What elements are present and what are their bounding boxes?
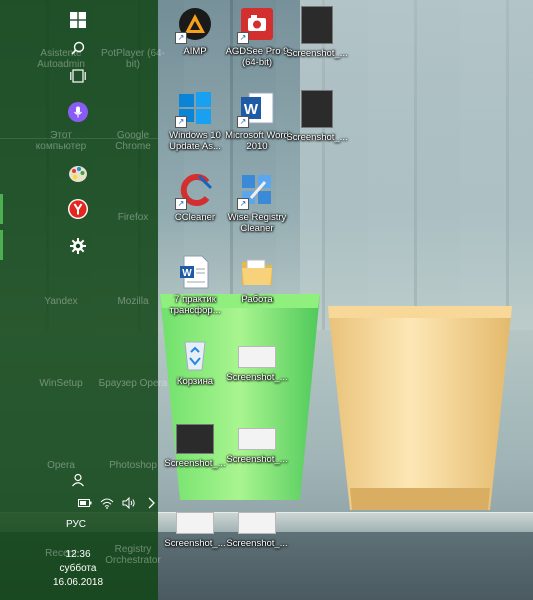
yandex-browser-button[interactable] bbox=[61, 195, 95, 223]
desktop-icon-folder[interactable]: Работа bbox=[224, 254, 290, 305]
screenshot-thumbnail-icon bbox=[238, 512, 276, 534]
desktop-icon-label: Screenshot_... bbox=[226, 372, 288, 383]
shortcut-arrow-icon: ↗ bbox=[237, 116, 249, 128]
desktop-icon-word[interactable]: W ↗ Microsoft Word 2010 bbox=[224, 90, 290, 152]
ghost-tile-label: Firefox bbox=[117, 212, 149, 223]
recycle-bin-icon bbox=[177, 336, 213, 372]
ccleaner-icon: ↗ bbox=[175, 172, 213, 210]
desktop-icon-wise-registry[interactable]: ↗ Wise Registry Cleaner bbox=[224, 172, 290, 234]
search-button[interactable] bbox=[61, 34, 95, 62]
desktop-icon-acdsee[interactable]: ↗ AGDSee Pro 9 (64-bit) bbox=[224, 6, 290, 68]
desktop-icon-screenshot[interactable]: Screenshot_... bbox=[284, 90, 350, 143]
microphone-icon bbox=[68, 102, 88, 122]
ghost-tile-label: Этот компьютер bbox=[35, 130, 87, 152]
desktop-icon-label: CCleaner bbox=[174, 212, 216, 223]
person-icon bbox=[72, 473, 84, 487]
cream-flower-pot bbox=[328, 306, 512, 510]
input-language-indicator[interactable]: РУС bbox=[66, 519, 86, 530]
gear-icon bbox=[70, 238, 86, 254]
ghost-tile-label: WinSetup bbox=[39, 378, 83, 389]
task-view-button[interactable] bbox=[61, 62, 95, 90]
desktop-icon-screenshot[interactable]: Screenshot_... bbox=[224, 336, 290, 383]
volume-icon[interactable] bbox=[122, 496, 136, 510]
ghost-tile-label: Google Chrome bbox=[115, 130, 151, 152]
desktop-icon-document[interactable]: W 7 практик трансфор... bbox=[162, 254, 228, 316]
task-view-icon bbox=[70, 69, 86, 83]
shortcut-arrow-icon: ↗ bbox=[175, 32, 187, 44]
desktop-icon-label: Microsoft Word 2010 bbox=[225, 130, 289, 152]
shortcut-arrow-icon: ↗ bbox=[237, 198, 249, 210]
ghost-tile-label: Mozilla bbox=[117, 296, 149, 307]
desktop-icon-label: Screenshot_... bbox=[286, 48, 348, 59]
cortana-button[interactable] bbox=[61, 98, 95, 126]
ghost-tile-label: PotPlayer (64-bit) bbox=[101, 48, 165, 70]
windows-update-icon: ↗ bbox=[175, 90, 213, 128]
paint-app-button[interactable] bbox=[61, 160, 95, 188]
screenshot-thumbnail-icon bbox=[176, 424, 214, 454]
shortcut-arrow-icon: ↗ bbox=[175, 116, 187, 128]
windows-logo-icon bbox=[70, 12, 86, 28]
active-indicator bbox=[0, 194, 3, 224]
desktop-icon-screenshot[interactable]: Screenshot_... bbox=[162, 418, 228, 469]
desktop-icon-label: Корзина bbox=[176, 376, 214, 387]
acdsee-icon: ↗ bbox=[237, 6, 275, 44]
screenshot-thumbnail-icon bbox=[301, 90, 333, 128]
desktop-icon-label: 7 практик трансфор... bbox=[169, 294, 221, 316]
shortcut-arrow-icon: ↗ bbox=[175, 198, 187, 210]
search-icon bbox=[71, 41, 85, 55]
windows-start-button[interactable] bbox=[61, 6, 95, 34]
settings-button[interactable] bbox=[61, 232, 95, 260]
svg-text:W: W bbox=[182, 268, 192, 279]
ghost-tile-label: Браузер Opera bbox=[98, 378, 168, 389]
desktop-icon-aimp[interactable]: ↗ AIMP bbox=[162, 6, 228, 57]
desktop-icon-label: Screenshot_... bbox=[164, 538, 226, 549]
clock-day: суббота bbox=[59, 563, 97, 574]
rail-separator bbox=[0, 138, 158, 139]
desktop-icon-ccleaner[interactable]: ↗ CCleaner bbox=[162, 172, 228, 223]
user-account-button[interactable] bbox=[61, 466, 95, 494]
clock-time: 12:36 bbox=[65, 549, 91, 560]
desktop-icon-recycle-bin[interactable]: Корзина bbox=[162, 336, 228, 387]
desktop-icon-label: Screenshot_... bbox=[286, 132, 348, 143]
start-menu-rail: Asistente Autoadmin PotPlayer (64-bit) Э… bbox=[0, 0, 167, 600]
screenshot-thumbnail-icon bbox=[176, 512, 214, 534]
desktop-icon-screenshot[interactable]: Screenshot_... bbox=[284, 6, 350, 59]
desktop-icon-windows-update[interactable]: ↗ Windows 10 Update As... bbox=[162, 90, 228, 152]
aimp-icon: ↗ bbox=[175, 6, 213, 44]
screenshot-thumbnail-icon bbox=[301, 6, 333, 44]
active-indicator bbox=[0, 230, 3, 260]
wifi-icon[interactable] bbox=[100, 496, 114, 510]
folder-icon bbox=[239, 254, 275, 290]
desktop-icon-label: Screenshot_... bbox=[226, 454, 288, 465]
desktop-icon-label: AIMP bbox=[183, 46, 207, 57]
desktop-icon-screenshot[interactable]: Screenshot_... bbox=[162, 502, 228, 549]
system-tray bbox=[78, 496, 158, 510]
yandex-icon bbox=[68, 199, 88, 219]
clock-date: 16.06.2018 bbox=[52, 577, 104, 588]
wise-registry-icon: ↗ bbox=[237, 172, 275, 210]
clock[interactable]: 12:36 суббота 16.06.2018 bbox=[38, 548, 118, 590]
battery-icon[interactable] bbox=[78, 496, 92, 510]
desktop-icon-screenshot[interactable]: Screenshot_... bbox=[224, 502, 290, 549]
palette-icon bbox=[69, 166, 87, 182]
desktop-icon-screenshot[interactable]: Screenshot_... bbox=[224, 418, 290, 465]
desktop-icon-label: Работа bbox=[241, 294, 273, 305]
desktop-icon-label: Screenshot_... bbox=[164, 458, 226, 469]
shortcut-arrow-icon: ↗ bbox=[237, 32, 249, 44]
desktop-icon-label: Windows 10 Update As... bbox=[169, 130, 221, 152]
word-document-icon: W bbox=[177, 254, 213, 290]
desktop-icon-label: Wise Registry Cleaner bbox=[227, 212, 287, 234]
desktop-icon-label: Screenshot_... bbox=[226, 538, 288, 549]
desktop-icon-label: AGDSee Pro 9 (64-bit) bbox=[225, 46, 289, 68]
screenshot-thumbnail-icon bbox=[238, 428, 276, 450]
word-icon: W ↗ bbox=[237, 90, 275, 128]
green-flower-pot bbox=[160, 294, 320, 500]
screenshot-thumbnail-icon bbox=[238, 346, 276, 368]
ghost-tile-label: Yandex bbox=[44, 296, 78, 307]
ghost-tile-label: Photoshop bbox=[109, 460, 157, 471]
chevron-right-icon[interactable] bbox=[144, 496, 158, 510]
